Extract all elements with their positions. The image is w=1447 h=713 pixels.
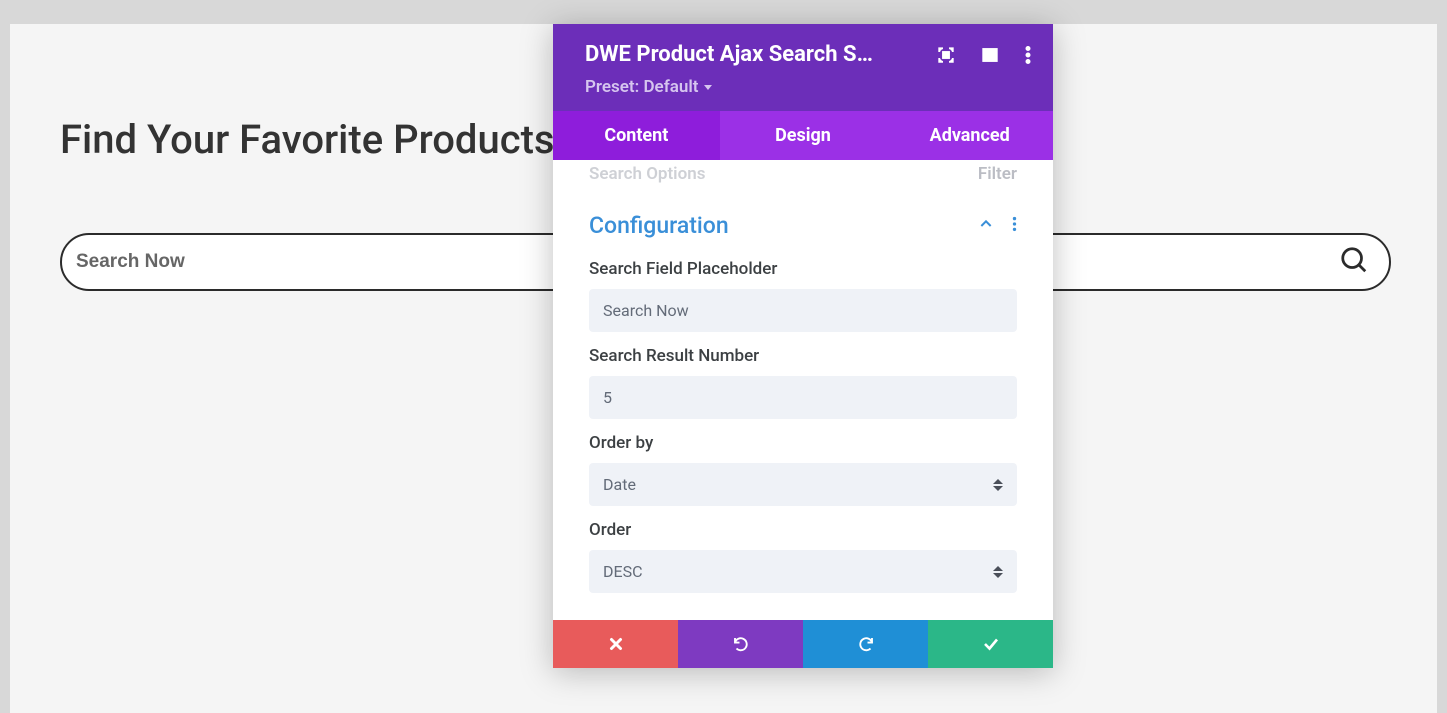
preset-label: Preset: Default [585, 77, 698, 97]
expand-icon[interactable] [937, 46, 955, 64]
field-result-number: Search Result Number [553, 336, 1053, 423]
field-search-placeholder: Search Field Placeholder [553, 249, 1053, 336]
section-title: Configuration [589, 212, 729, 239]
label-orderby: Order by [589, 433, 1017, 453]
label-result-number: Search Result Number [589, 346, 1017, 366]
label-order: Order [589, 520, 1017, 540]
chevron-up-icon[interactable] [978, 216, 994, 236]
panel-header[interactable]: DWE Product Ajax Search S… Preset: Defau… [553, 24, 1053, 111]
search-icon[interactable] [1339, 245, 1369, 279]
cancel-button[interactable] [553, 620, 678, 668]
input-result-number[interactable] [589, 376, 1017, 419]
confirm-button[interactable] [928, 620, 1053, 668]
preset-dropdown[interactable]: Preset: Default [585, 77, 712, 97]
section-configuration-header[interactable]: Configuration [553, 198, 1053, 249]
section-kebab-icon[interactable] [1012, 216, 1017, 236]
filter-row: Search Options Filter [553, 160, 1053, 198]
panel-tabs: Content Design Advanced [553, 111, 1053, 160]
tab-content[interactable]: Content [553, 111, 720, 160]
select-order[interactable]: DESC [589, 550, 1017, 593]
settings-panel: DWE Product Ajax Search S… Preset: Defau… [553, 24, 1053, 668]
panel-footer [553, 620, 1053, 668]
columns-icon[interactable] [981, 46, 999, 64]
input-search-placeholder[interactable] [589, 289, 1017, 332]
search-options-label: Search Options [589, 164, 705, 184]
select-orderby[interactable]: Date [589, 463, 1017, 506]
panel-body[interactable]: Search Options Filter Configuration Sear… [553, 160, 1053, 620]
undo-button[interactable] [678, 620, 803, 668]
tab-design[interactable]: Design [720, 111, 887, 160]
field-order: Order DESC [553, 510, 1053, 597]
redo-button[interactable] [803, 620, 928, 668]
panel-title: DWE Product Ajax Search S… [585, 42, 873, 67]
tab-advanced[interactable]: Advanced [886, 111, 1053, 160]
kebab-icon[interactable] [1025, 46, 1031, 64]
label-search-placeholder: Search Field Placeholder [589, 259, 1017, 279]
field-orderby: Order by Date [553, 423, 1053, 510]
caret-down-icon [704, 85, 712, 90]
filter-button[interactable]: Filter [978, 164, 1017, 184]
page-title: Find Your Favorite Products [60, 116, 555, 163]
